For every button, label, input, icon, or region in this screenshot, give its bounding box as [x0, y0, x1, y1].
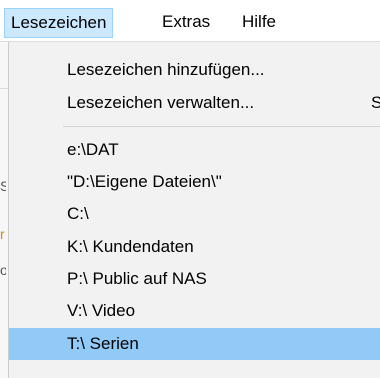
bookmark-label: T:\ Serien: [67, 334, 139, 353]
menu-item-label: Lesezeichen hinzufügen...: [67, 60, 265, 79]
bookmark-label: C:\: [67, 204, 89, 223]
bookmark-item[interactable]: "D:\Eigene Dateien\": [9, 166, 380, 198]
bookmark-item-highlighted[interactable]: T:\ Serien: [9, 328, 380, 360]
background-text: o: [0, 262, 6, 278]
menu-item-shortcut: S: [371, 93, 380, 112]
background-text: r: [0, 226, 5, 242]
background-text: S: [0, 178, 6, 194]
menu-hilfe[interactable]: Hilfe: [236, 8, 282, 38]
bookmark-item[interactable]: V:\ Video: [9, 295, 380, 327]
menu-item-manage-bookmarks[interactable]: Lesezeichen verwalten... S: [9, 87, 380, 119]
menu-item-label: Lesezeichen verwalten...: [67, 93, 255, 112]
bookmark-label: P:\ Public auf NAS: [67, 269, 207, 288]
bookmark-label: K:\ Kundendaten: [67, 237, 194, 256]
bookmark-item[interactable]: P:\ Public auf NAS: [9, 263, 380, 295]
background-window: [0, 42, 8, 378]
bookmark-item[interactable]: K:\ Kundendaten: [9, 231, 380, 263]
bookmark-label: V:\ Video: [67, 301, 136, 320]
menu-extras[interactable]: Extras: [156, 8, 216, 38]
menu-lesezeichen[interactable]: Lesezeichen: [4, 8, 114, 38]
bookmark-label: e:\DAT: [67, 140, 119, 159]
bookmark-item[interactable]: C:\: [9, 198, 380, 230]
lesezeichen-dropdown: Lesezeichen hinzufügen... Lesezeichen ve…: [8, 42, 380, 378]
menu-bar: Lesezeichen Extras Hilfe: [0, 0, 380, 42]
bookmark-label: "D:\Eigene Dateien\": [67, 172, 222, 191]
menu-separator: [63, 126, 380, 127]
menu-item-add-bookmark[interactable]: Lesezeichen hinzufügen...: [9, 54, 380, 86]
bookmark-item[interactable]: e:\DAT: [9, 134, 380, 166]
